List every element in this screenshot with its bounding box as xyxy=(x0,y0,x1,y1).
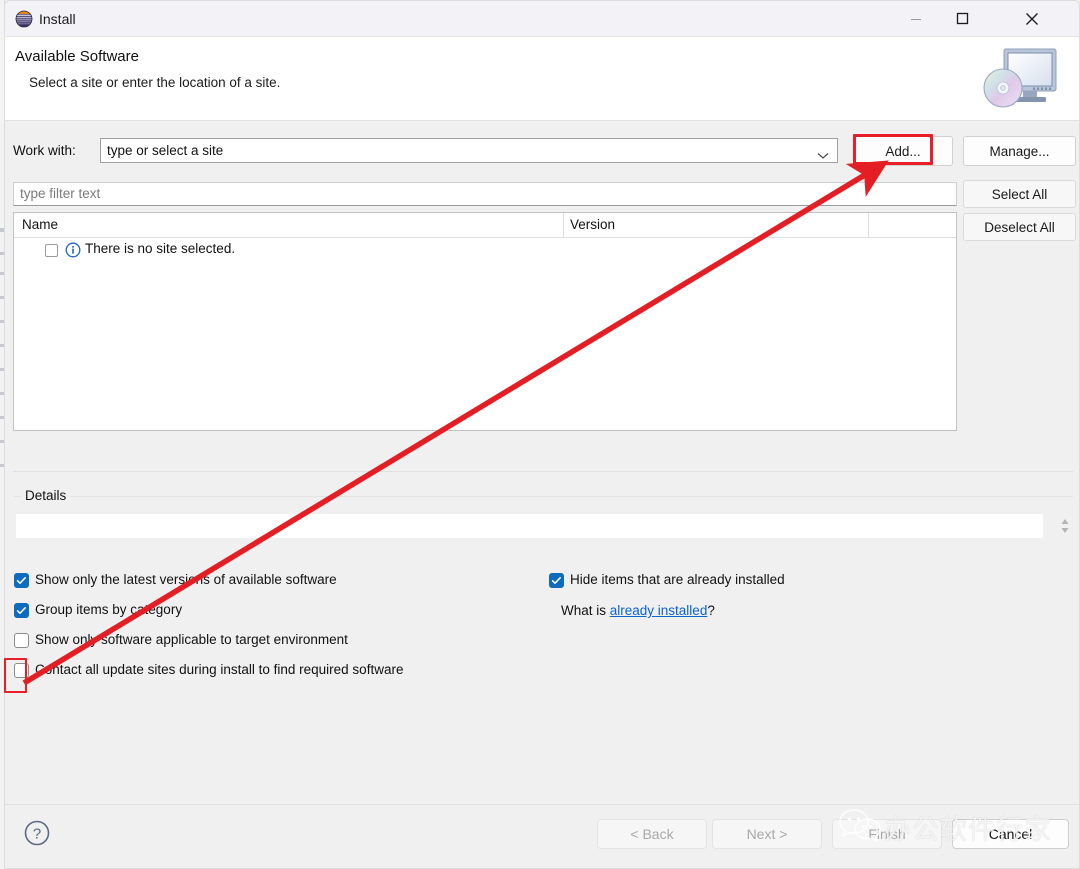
details-scroll-spinner[interactable] xyxy=(1059,514,1071,538)
details-text[interactable] xyxy=(16,514,1043,538)
checkbox-checked[interactable] xyxy=(14,573,29,588)
maximize-button[interactable] xyxy=(939,1,985,36)
option-label: Contact all update sites during install … xyxy=(35,662,404,677)
row-checkbox[interactable] xyxy=(45,244,58,257)
finish-button[interactable]: Finish xyxy=(832,819,942,849)
install-dialog-window: Install Available Software Select a site… xyxy=(4,0,1080,869)
work-with-label: Work with: xyxy=(13,143,76,158)
work-with-combo[interactable]: type or select a site xyxy=(100,138,838,163)
back-button[interactable]: < Back xyxy=(597,819,707,849)
svg-text:?: ? xyxy=(33,826,41,843)
next-button[interactable]: Next > xyxy=(712,819,822,849)
already-installed-hint: What is already installed? xyxy=(561,603,715,618)
install-dialog-screenshot: Install Available Software Select a site… xyxy=(0,0,1080,869)
already-installed-link[interactable]: already installed xyxy=(610,603,708,618)
work-with-value: type or select a site xyxy=(107,143,224,158)
section-divider xyxy=(13,471,1073,472)
checkbox-checked[interactable] xyxy=(549,573,564,588)
page-subtitle: Select a site or enter the location of a… xyxy=(29,75,281,90)
monitor-with-disc-icon xyxy=(975,41,1061,115)
select-all-button[interactable]: Select All xyxy=(963,180,1076,208)
checkbox-checked[interactable] xyxy=(14,603,29,618)
column-divider[interactable] xyxy=(868,213,869,238)
column-divider[interactable] xyxy=(563,213,564,238)
column-header-version[interactable]: Version xyxy=(570,217,615,232)
manage-button[interactable]: Manage... xyxy=(963,136,1076,166)
column-header-name[interactable]: Name xyxy=(22,217,58,232)
option-label: Show only software applicable to target … xyxy=(35,632,348,647)
table-row[interactable]: There is no site selected. xyxy=(14,238,956,262)
eclipse-icon xyxy=(15,10,33,28)
option-label: Hide items that are already installed xyxy=(570,572,785,587)
already-installed-suffix: ? xyxy=(707,603,715,618)
highlight-box-add-button xyxy=(853,134,933,165)
filter-input[interactable]: type filter text xyxy=(13,182,957,206)
deselect-all-button[interactable]: Deselect All xyxy=(963,213,1076,241)
row-name: There is no site selected. xyxy=(85,241,236,256)
option-label: Group items by category xyxy=(35,602,183,617)
tree-header: Name Version xyxy=(14,213,956,238)
details-label: Details xyxy=(21,488,71,503)
software-tree[interactable]: Name Version There is no site selected. xyxy=(13,212,957,431)
wizard-header: Available Software Select a site or ente… xyxy=(5,37,1079,121)
close-button[interactable] xyxy=(1009,1,1055,36)
checkbox-unchecked[interactable] xyxy=(14,633,29,648)
dialog-footer: ? < Back Next > Finish Cancel xyxy=(5,804,1079,868)
help-button[interactable]: ? xyxy=(23,819,51,847)
minimize-button[interactable] xyxy=(893,1,939,36)
details-group-border xyxy=(13,496,1073,497)
window-title: Install xyxy=(39,11,76,27)
cancel-button[interactable]: Cancel xyxy=(952,819,1069,849)
page-title: Available Software xyxy=(15,48,139,65)
info-icon xyxy=(65,242,81,258)
filter-placeholder: type filter text xyxy=(20,186,101,201)
chevron-down-icon xyxy=(817,147,829,159)
already-installed-prefix: What is xyxy=(561,603,610,618)
title-bar: Install xyxy=(5,1,1079,37)
option-label: Show only the latest versions of availab… xyxy=(35,572,337,587)
details-group: Details xyxy=(13,488,1073,546)
highlight-box-contact-checkbox xyxy=(4,658,27,693)
